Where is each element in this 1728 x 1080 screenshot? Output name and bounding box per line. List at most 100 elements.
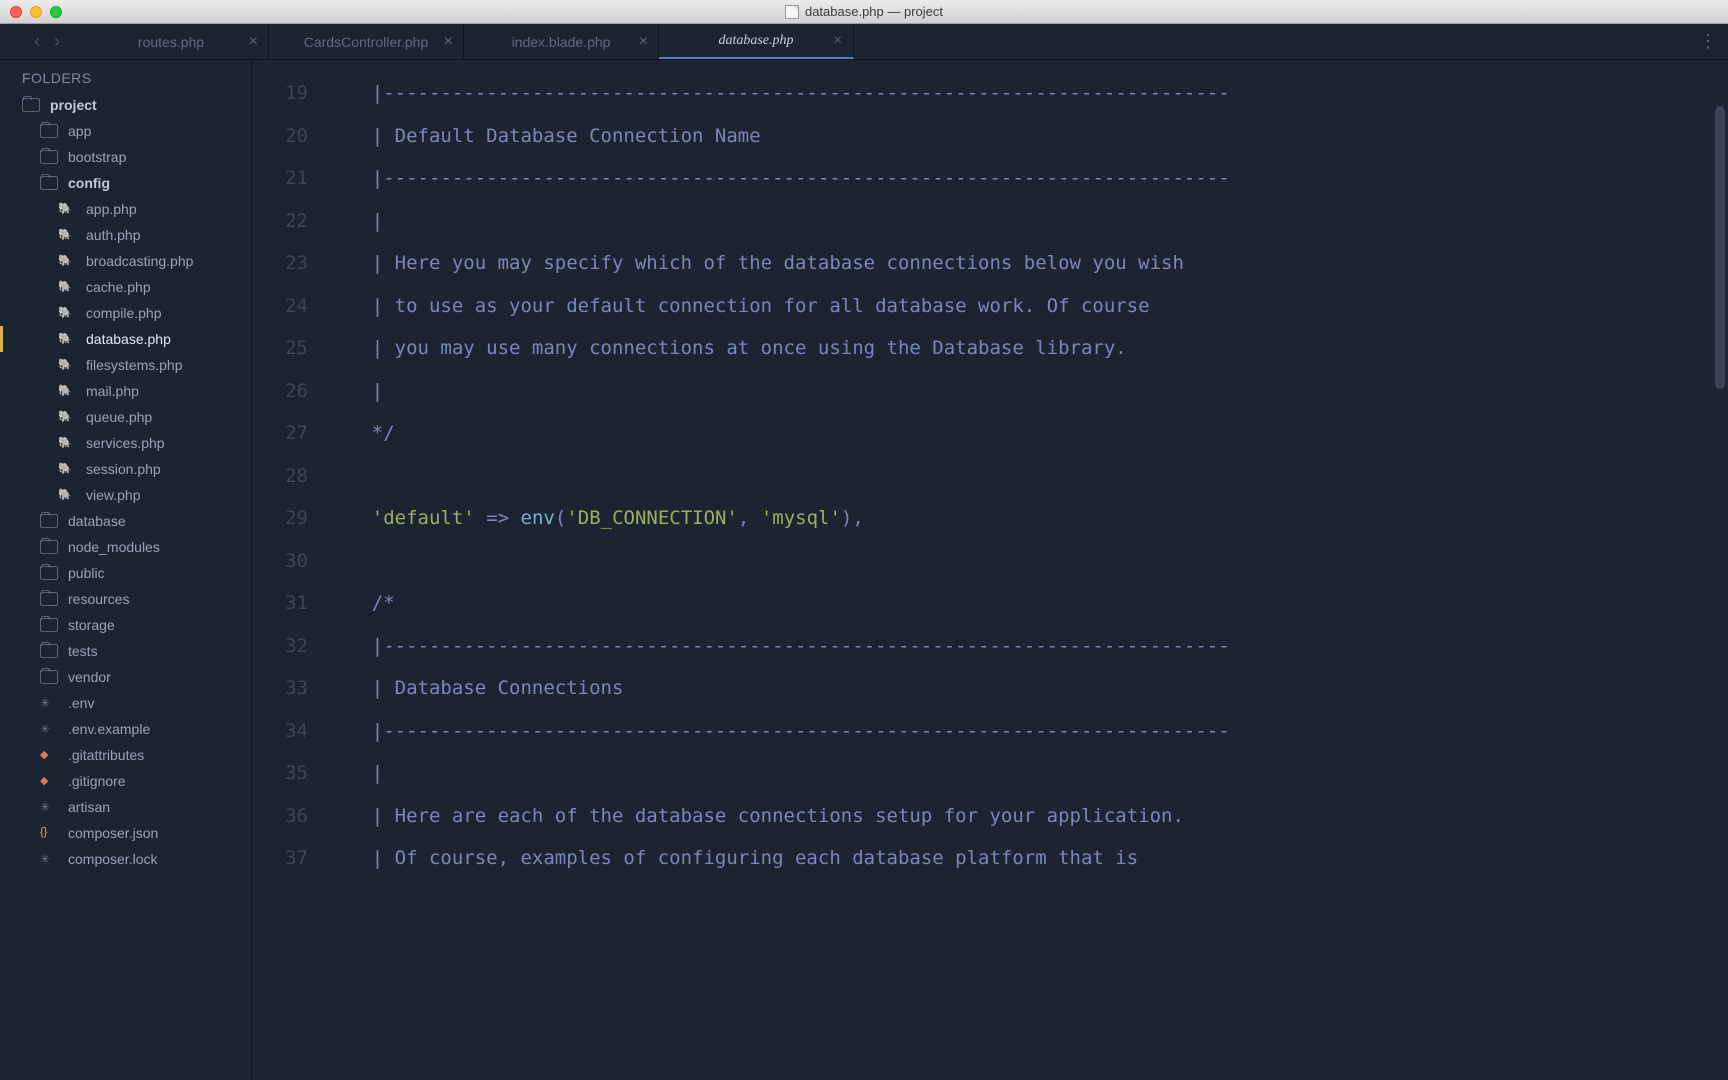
- tree-item-label: compile.php: [86, 305, 162, 321]
- php-file-icon: 🐘: [58, 306, 76, 320]
- file-broadcasting-php[interactable]: 🐘broadcasting.php: [0, 248, 251, 274]
- tree-item-label: .gitattributes: [68, 747, 144, 763]
- tab-close-icon[interactable]: ×: [249, 33, 258, 51]
- file-icon: ✳: [40, 696, 58, 710]
- tree-item-label: bootstrap: [68, 149, 126, 165]
- file-composer-json[interactable]: {}composer.json: [0, 820, 251, 846]
- folder-storage[interactable]: storage: [0, 612, 251, 638]
- line-number-gutter: 19 20 21 22 23 24 25 26 27 28 29 30 31 3…: [252, 60, 322, 1080]
- code-content[interactable]: |---------------------------------------…: [322, 60, 1728, 1080]
- sidebar-header: FOLDERS: [0, 60, 251, 92]
- file--gitattributes[interactable]: ◆.gitattributes: [0, 742, 251, 768]
- tab-close-icon[interactable]: ×: [444, 33, 453, 51]
- file-icon: ✳: [40, 800, 58, 814]
- file-auth-php[interactable]: 🐘auth.php: [0, 222, 251, 248]
- tab-label: index.blade.php: [512, 34, 611, 50]
- php-file-icon: 🐘: [58, 202, 76, 216]
- document-icon: [785, 5, 799, 19]
- php-file-icon: 🐘: [58, 384, 76, 398]
- folder-icon: [40, 124, 58, 138]
- file--env-example[interactable]: ✳ .env.example: [0, 716, 251, 742]
- php-file-icon: 🐘: [58, 488, 76, 502]
- nav-forward-button[interactable]: ›: [54, 31, 60, 52]
- php-file-icon: 🐘: [58, 436, 76, 450]
- php-file-icon: 🐘: [58, 462, 76, 476]
- tab-label: CardsController.php: [304, 34, 429, 50]
- file-database-php[interactable]: 🐘database.php: [0, 326, 251, 352]
- folder-public[interactable]: public: [0, 560, 251, 586]
- tree-item-label: composer.lock: [68, 851, 157, 867]
- tree-item-label: project: [50, 97, 97, 113]
- file-filesystems-php[interactable]: 🐘filesystems.php: [0, 352, 251, 378]
- folder-app[interactable]: app: [0, 118, 251, 144]
- tree-item-label: public: [68, 565, 105, 581]
- tab-index-blade-php[interactable]: index.blade.php ×: [464, 24, 659, 59]
- file--env[interactable]: ✳ .env: [0, 690, 251, 716]
- folder-node_modules[interactable]: node_modules: [0, 534, 251, 560]
- tab-close-icon[interactable]: ×: [832, 32, 843, 50]
- folder-icon: [40, 592, 58, 606]
- file-compile-php[interactable]: 🐘 compile.php: [0, 300, 251, 326]
- folder-icon: [40, 566, 58, 580]
- tree-item-label: tests: [68, 643, 98, 659]
- tree-item-label: artisan: [68, 799, 110, 815]
- window-title-text: database.php — project: [805, 4, 943, 19]
- tab-close-icon[interactable]: ×: [639, 33, 648, 51]
- tree-item-label: session.php: [86, 461, 161, 477]
- folder-project[interactable]: project: [0, 92, 251, 118]
- file-session-php[interactable]: 🐘 session.php: [0, 456, 251, 482]
- folder-icon: [40, 514, 58, 528]
- folder-tests[interactable]: tests: [0, 638, 251, 664]
- file-mail-php[interactable]: 🐘mail.php: [0, 378, 251, 404]
- file-app-php[interactable]: 🐘app.php: [0, 196, 251, 222]
- folder-bootstrap[interactable]: bootstrap: [0, 144, 251, 170]
- window-titlebar: database.php — project: [0, 0, 1728, 24]
- php-file-icon: 🐘: [58, 410, 76, 424]
- folder-icon: [22, 98, 40, 112]
- folder-vendor[interactable]: vendor: [0, 664, 251, 690]
- file--gitignore[interactable]: ◆ .gitignore: [0, 768, 251, 794]
- tree-item-label: .gitignore: [68, 773, 126, 789]
- tab-cardscontroller-php[interactable]: CardsController.php ×: [269, 24, 464, 59]
- folder-resources[interactable]: resources: [0, 586, 251, 612]
- tab-label: database.php: [718, 33, 793, 49]
- tab-routes-php[interactable]: routes.php ×: [74, 24, 269, 59]
- php-file-icon: 🐘: [58, 254, 76, 268]
- scrollbar-thumb[interactable]: [1715, 106, 1725, 388]
- tree-item-label: vendor: [68, 669, 111, 685]
- tree-item-label: queue.php: [86, 409, 152, 425]
- file-view-php[interactable]: 🐘view.php: [0, 482, 251, 508]
- active-file-marker: [0, 326, 3, 352]
- tree-item-label: .env.example: [68, 721, 150, 737]
- tree-item-label: .env: [68, 695, 94, 711]
- php-file-icon: 🐘: [58, 358, 76, 372]
- folder-icon: [40, 618, 58, 632]
- file-cache-php[interactable]: 🐘cache.php: [0, 274, 251, 300]
- folder-icon: [40, 540, 58, 554]
- tree-item-label: resources: [68, 591, 129, 607]
- tab-label: routes.php: [138, 34, 204, 50]
- tree-item-label: config: [68, 175, 110, 191]
- php-file-icon: 🐘: [58, 228, 76, 242]
- file-queue-php[interactable]: 🐘 queue.php: [0, 404, 251, 430]
- folder-database[interactable]: database: [0, 508, 251, 534]
- folder-config[interactable]: config: [0, 170, 251, 196]
- git-file-icon: ◆: [40, 774, 58, 788]
- tab-menu-button[interactable]: ⋮: [1688, 24, 1728, 59]
- file-icon: ✳: [40, 722, 58, 736]
- file-artisan[interactable]: ✳ artisan: [0, 794, 251, 820]
- file-services-php[interactable]: 🐘 services.php: [0, 430, 251, 456]
- history-nav: ‹ ›: [0, 24, 74, 59]
- editor-scrollbar[interactable]: [1715, 66, 1725, 1074]
- tree-item-label: services.php: [86, 435, 165, 451]
- tab-database-php[interactable]: database.php ×: [659, 24, 854, 59]
- nav-back-button[interactable]: ‹: [34, 31, 40, 52]
- folder-icon: [40, 176, 58, 190]
- json-file-icon: {}: [40, 826, 58, 840]
- tab-bar: ‹ › routes.php×CardsController.php×index…: [0, 24, 1728, 60]
- tree-item-label: database: [68, 513, 126, 529]
- code-editor[interactable]: 19 20 21 22 23 24 25 26 27 28 29 30 31 3…: [252, 60, 1728, 1080]
- folder-icon: [40, 150, 58, 164]
- file-composer-lock[interactable]: ✳composer.lock: [0, 846, 251, 872]
- php-file-icon: 🐘: [58, 280, 76, 294]
